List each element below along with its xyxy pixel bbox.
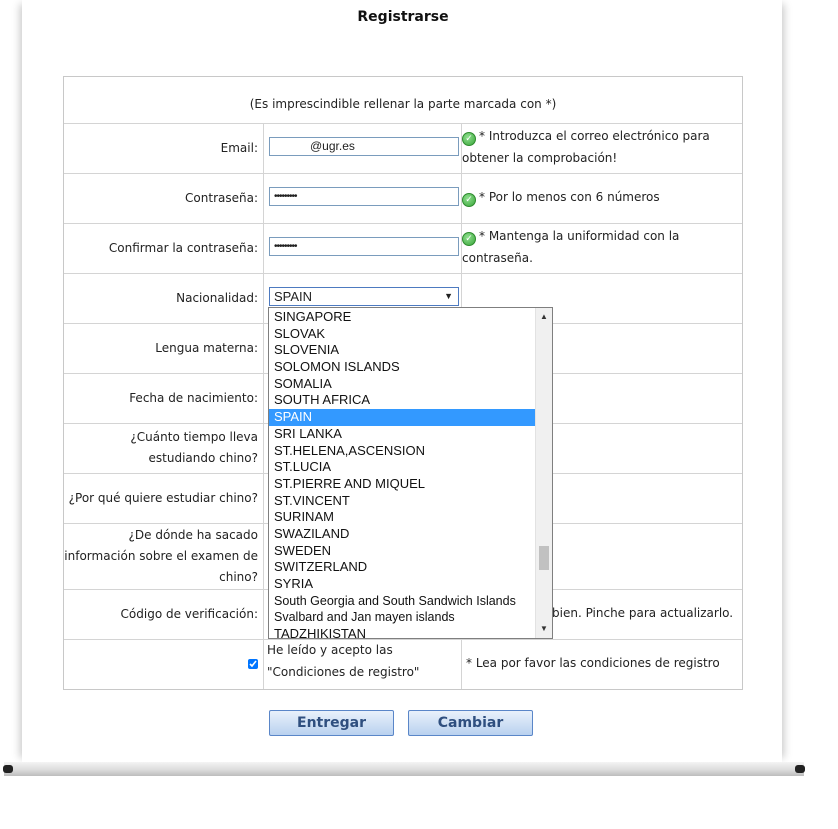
dropdown-option[interactable]: SOLOMON ISLANDS: [269, 359, 537, 376]
dropdown-option[interactable]: TADZHIKISTAN: [269, 626, 537, 638]
mother-tongue-label: Lengua materna:: [64, 323, 264, 373]
check-circle-icon: ✓: [462, 193, 476, 207]
terms-checkbox[interactable]: [248, 659, 258, 669]
dropdown-option[interactable]: Svalbard and Jan mayen islands: [269, 609, 537, 626]
why-study-label: ¿Por qué quiere estudiar chino?: [64, 473, 264, 523]
chevron-down-icon: ▼: [444, 291, 453, 301]
dropdown-option[interactable]: South Georgia and South Sandwich Islands: [269, 593, 537, 610]
dropdown-option[interactable]: SRI LANKA: [269, 426, 537, 443]
confirm-label: Confirmar la contraseña:: [64, 223, 264, 273]
scroll-up-icon[interactable]: ▲: [536, 310, 552, 324]
dropdown-option[interactable]: SWAZILAND: [269, 526, 537, 543]
terms-hint: * Lea por favor las condiciones de regis…: [466, 656, 720, 670]
dropdown-option[interactable]: ST.VINCENT: [269, 493, 537, 510]
confirm-password-field[interactable]: •••••••••: [269, 237, 459, 256]
email-field[interactable]: @ugr.es: [269, 137, 459, 156]
nationality-dropdown-list[interactable]: SINGAPORE SLOVAK SLOVENIA SOLOMON ISLANDS SO…: [268, 307, 553, 639]
password-label: Contraseña:: [64, 173, 264, 223]
email-hint: * Introduzca el correo electrónico para …: [462, 129, 710, 165]
check-circle-icon: ✓: [462, 132, 476, 146]
dropdown-option[interactable]: SYRIA: [269, 576, 537, 593]
confirm-hint: * Mantenga la uniformidad con la contras…: [462, 229, 680, 265]
birth-date-label: Fecha de nacimiento:: [64, 373, 264, 423]
dropdown-option[interactable]: SWITZERLAND: [269, 559, 537, 576]
scrollbar-thumb[interactable]: [539, 546, 549, 570]
study-time-label: ¿Cuánto tiempo lleva estudiando chino?: [64, 423, 264, 473]
dropdown-option[interactable]: SLOVENIA: [269, 342, 537, 359]
dropdown-option[interactable]: SINGAPORE: [269, 309, 537, 326]
page-title: Registrarse: [357, 9, 449, 25]
note-row: (Es imprescindible rellenar la parte mar…: [64, 77, 742, 124]
email-label: Email:: [64, 123, 264, 173]
confirm-row: Confirmar la contraseña: ••••••••• ✓ * Ma…: [64, 223, 742, 274]
terms-link[interactable]: "Condiciones de registro": [267, 661, 461, 683]
dropdown-option[interactable]: ST.PIERRE AND MIQUEL: [269, 476, 537, 493]
scroll-down-icon[interactable]: ▼: [536, 622, 552, 636]
dropdown-scrollbar[interactable]: ▲ ▼: [535, 308, 552, 638]
info-source-label: ¿De dónde ha sacado información sobre el…: [64, 523, 264, 589]
password-field[interactable]: •••••••••: [269, 187, 459, 206]
submit-button[interactable]: Entregar: [269, 710, 394, 736]
terms-row: He leído y acepto las "Condiciones de re…: [64, 639, 742, 689]
terms-label: He leído y acepto las: [267, 643, 393, 657]
nationality-label: Nacionalidad:: [64, 273, 264, 323]
reset-button[interactable]: Cambiar: [408, 710, 533, 736]
captcha-label: Código de verificación:: [64, 589, 264, 639]
required-note: (Es imprescindible rellenar la parte mar…: [249, 97, 557, 111]
email-row: Email: @ugr.es ✓ * Introduzca el correo e…: [64, 123, 742, 174]
check-circle-icon: ✓: [462, 232, 476, 246]
dropdown-option[interactable]: SOUTH AFRICA: [269, 392, 537, 409]
dropdown-option[interactable]: SURINAM: [269, 509, 537, 526]
nationality-select[interactable]: SPAIN ▼: [269, 287, 459, 306]
dropdown-options: SINGAPORE SLOVAK SLOVENIA SOLOMON ISLANDS SO…: [269, 309, 537, 638]
dropdown-option[interactable]: SWEDEN: [269, 543, 537, 560]
dropdown-option[interactable]: ST.LUCIA: [269, 459, 537, 476]
bottom-scroll-bar: [3, 762, 805, 776]
dropdown-option[interactable]: SOMALIA: [269, 376, 537, 393]
dropdown-option[interactable]: SPAIN: [269, 409, 537, 426]
dropdown-option[interactable]: SLOVAK: [269, 326, 537, 343]
password-hint: * Por lo menos con 6 números: [479, 190, 660, 204]
dropdown-option[interactable]: ST.HELENA,ASCENSION: [269, 443, 537, 460]
password-row: Contraseña: ••••••••• ✓ * Por lo menos co…: [64, 173, 742, 224]
